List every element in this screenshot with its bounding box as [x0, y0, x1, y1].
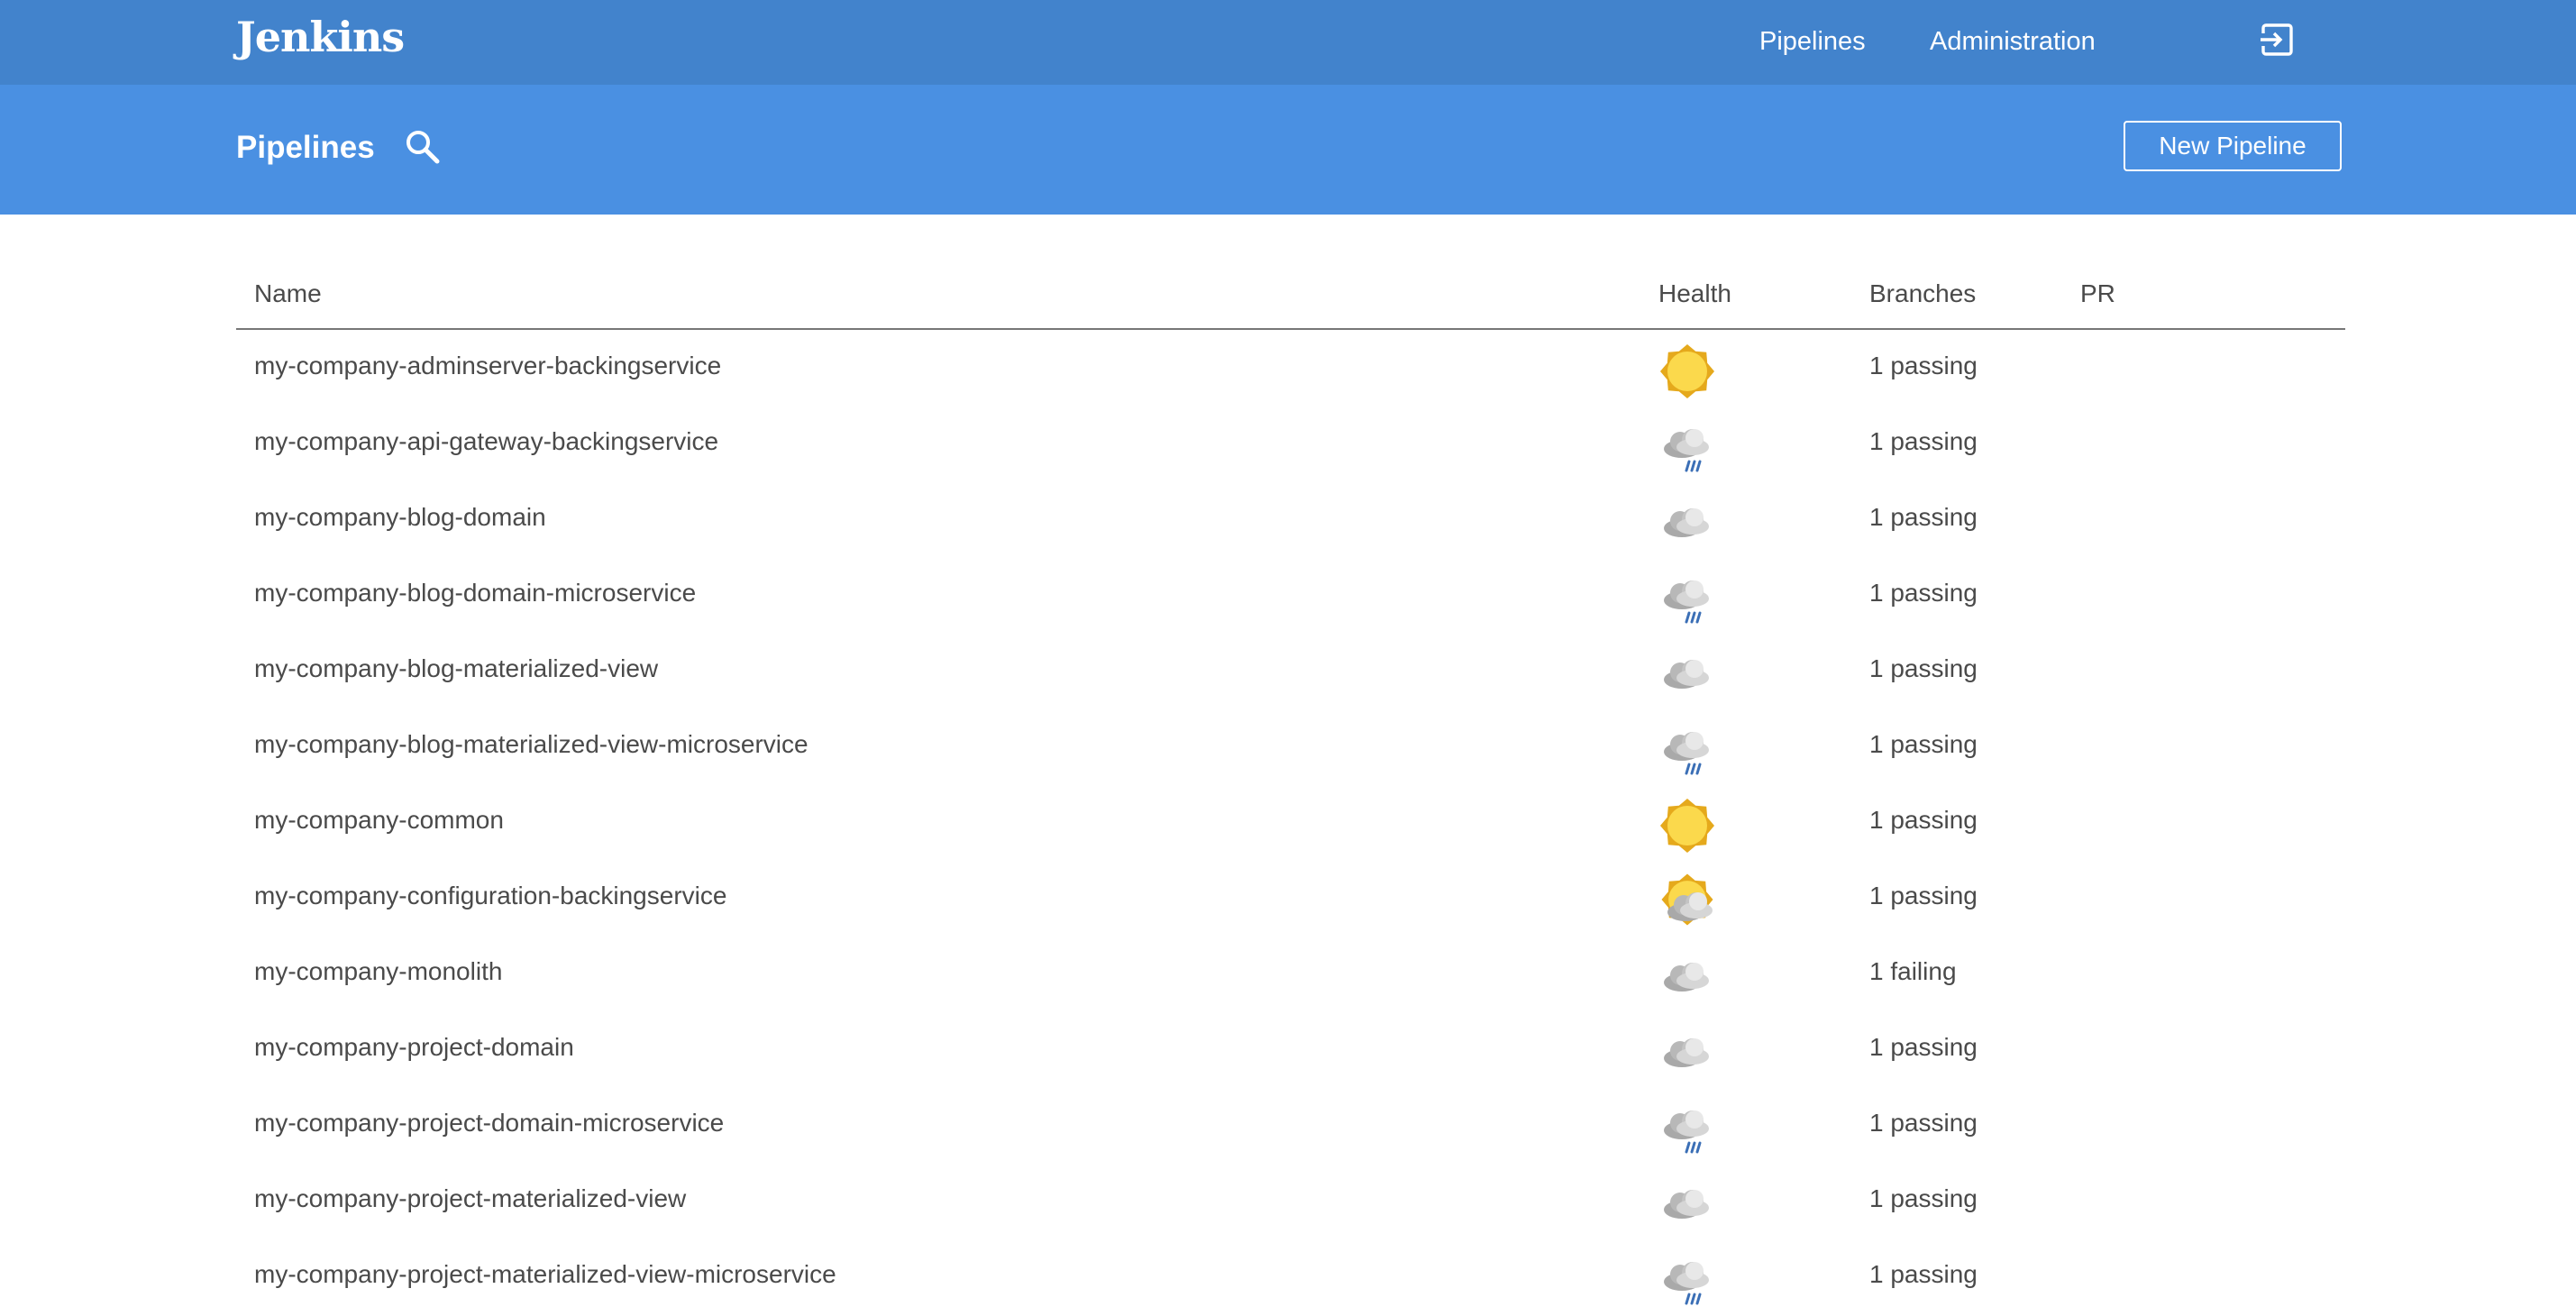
pipeline-name[interactable]: my-company-api-gateway-backingservice — [254, 427, 718, 456]
column-header-health[interactable]: Health — [1658, 279, 1731, 308]
pipeline-name[interactable]: my-company-monolith — [254, 957, 502, 986]
table-row[interactable]: my-company-project-domain 1 passing — [236, 1011, 2345, 1087]
pipeline-name[interactable]: my-company-project-domain-microservice — [254, 1109, 724, 1138]
branches-status: 1 passing — [1869, 730, 1978, 758]
health-rain-icon — [1658, 1100, 1716, 1157]
nav-administration-link[interactable]: Administration — [1930, 27, 2096, 57]
table-row[interactable]: my-company-project-domain-microservice 1… — [236, 1087, 2345, 1163]
branches-status: 1 passing — [1869, 1109, 1978, 1137]
table-row[interactable]: my-company-project-materialized-view-mic… — [236, 1238, 2345, 1314]
table-row[interactable]: my-company-project-materialized-view 1 p… — [236, 1163, 2345, 1238]
health-rain-icon — [1658, 721, 1716, 779]
pipelines-table: Name Health Branches PR my-company-admin… — [236, 267, 2345, 1314]
column-header-branches[interactable]: Branches — [1869, 279, 1976, 308]
pipeline-name[interactable]: my-company-blog-domain — [254, 503, 546, 532]
pipeline-name[interactable]: my-company-project-materialized-view-mic… — [254, 1260, 836, 1289]
pipeline-name[interactable]: my-company-blog-materialized-view — [254, 654, 658, 683]
health-cloudy-icon — [1658, 645, 1716, 703]
table-body: my-company-adminserver-backingservice 1 … — [236, 330, 2345, 1314]
branches-status: 1 passing — [1869, 1184, 1978, 1212]
table-row[interactable]: my-company-blog-domain 1 passing — [236, 481, 2345, 557]
health-rain-icon — [1658, 570, 1716, 627]
health-cloudy-icon — [1658, 1175, 1716, 1233]
health-cloudy-icon — [1658, 1024, 1716, 1082]
branches-status: 1 passing — [1869, 806, 1978, 834]
branches-status: 1 passing — [1869, 352, 1978, 379]
health-sunny-icon — [1658, 343, 1716, 400]
logout-icon[interactable] — [2259, 22, 2295, 58]
pipeline-name[interactable]: my-company-adminserver-backingservice — [254, 352, 721, 380]
pipeline-name[interactable]: my-company-blog-materialized-view-micros… — [254, 730, 808, 759]
pipeline-name[interactable]: my-company-project-domain — [254, 1033, 574, 1062]
branches-status: 1 passing — [1869, 654, 1978, 682]
page-title: Pipelines — [236, 130, 375, 165]
branches-status: 1 passing — [1869, 427, 1978, 455]
pipeline-name[interactable]: my-company-common — [254, 806, 504, 835]
branches-status: 1 passing — [1869, 1033, 1978, 1061]
jenkins-logo[interactable]: Jenkins — [236, 13, 405, 61]
branches-status: 1 passing — [1869, 503, 1978, 531]
table-row[interactable]: my-company-common 1 passing — [236, 784, 2345, 860]
branches-status: 1 passing — [1869, 1260, 1978, 1288]
column-header-name[interactable]: Name — [254, 279, 322, 308]
health-rain-icon — [1658, 1251, 1716, 1309]
table-row[interactable]: my-company-api-gateway-backingservice 1 … — [236, 406, 2345, 481]
top-bar: Jenkins Pipelines Administration — [0, 0, 2576, 85]
health-cloudy-icon — [1658, 494, 1716, 552]
branches-status: 1 failing — [1869, 957, 1957, 985]
table-row[interactable]: my-company-blog-materialized-view-micros… — [236, 708, 2345, 784]
table-row[interactable]: my-company-configuration-backingservice … — [236, 860, 2345, 936]
table-header: Name Health Branches PR — [236, 267, 2345, 330]
page-header: Pipelines New Pipeline — [0, 85, 2576, 215]
table-row[interactable]: my-company-blog-domain-microservice 1 pa… — [236, 557, 2345, 633]
branches-status: 1 passing — [1869, 579, 1978, 607]
nav-pipelines-link[interactable]: Pipelines — [1759, 27, 1866, 57]
branches-status: 1 passing — [1869, 882, 1978, 909]
pipeline-name[interactable]: my-company-configuration-backingservice — [254, 882, 726, 910]
column-header-pr[interactable]: PR — [2080, 279, 2115, 308]
search-icon[interactable] — [404, 128, 442, 166]
new-pipeline-button[interactable]: New Pipeline — [2124, 121, 2342, 171]
pipeline-name[interactable]: my-company-project-materialized-view — [254, 1184, 686, 1213]
health-cloudy-icon — [1658, 948, 1716, 1006]
table-row[interactable]: my-company-adminserver-backingservice 1 … — [236, 330, 2345, 406]
pipeline-name[interactable]: my-company-blog-domain-microservice — [254, 579, 696, 608]
table-row[interactable]: my-company-blog-materialized-view 1 pass… — [236, 633, 2345, 708]
health-sunny-icon — [1658, 797, 1716, 854]
health-rain-icon — [1658, 418, 1716, 476]
table-row[interactable]: my-company-monolith 1 failing — [236, 936, 2345, 1011]
health-partly-cloudy-icon — [1658, 873, 1716, 930]
